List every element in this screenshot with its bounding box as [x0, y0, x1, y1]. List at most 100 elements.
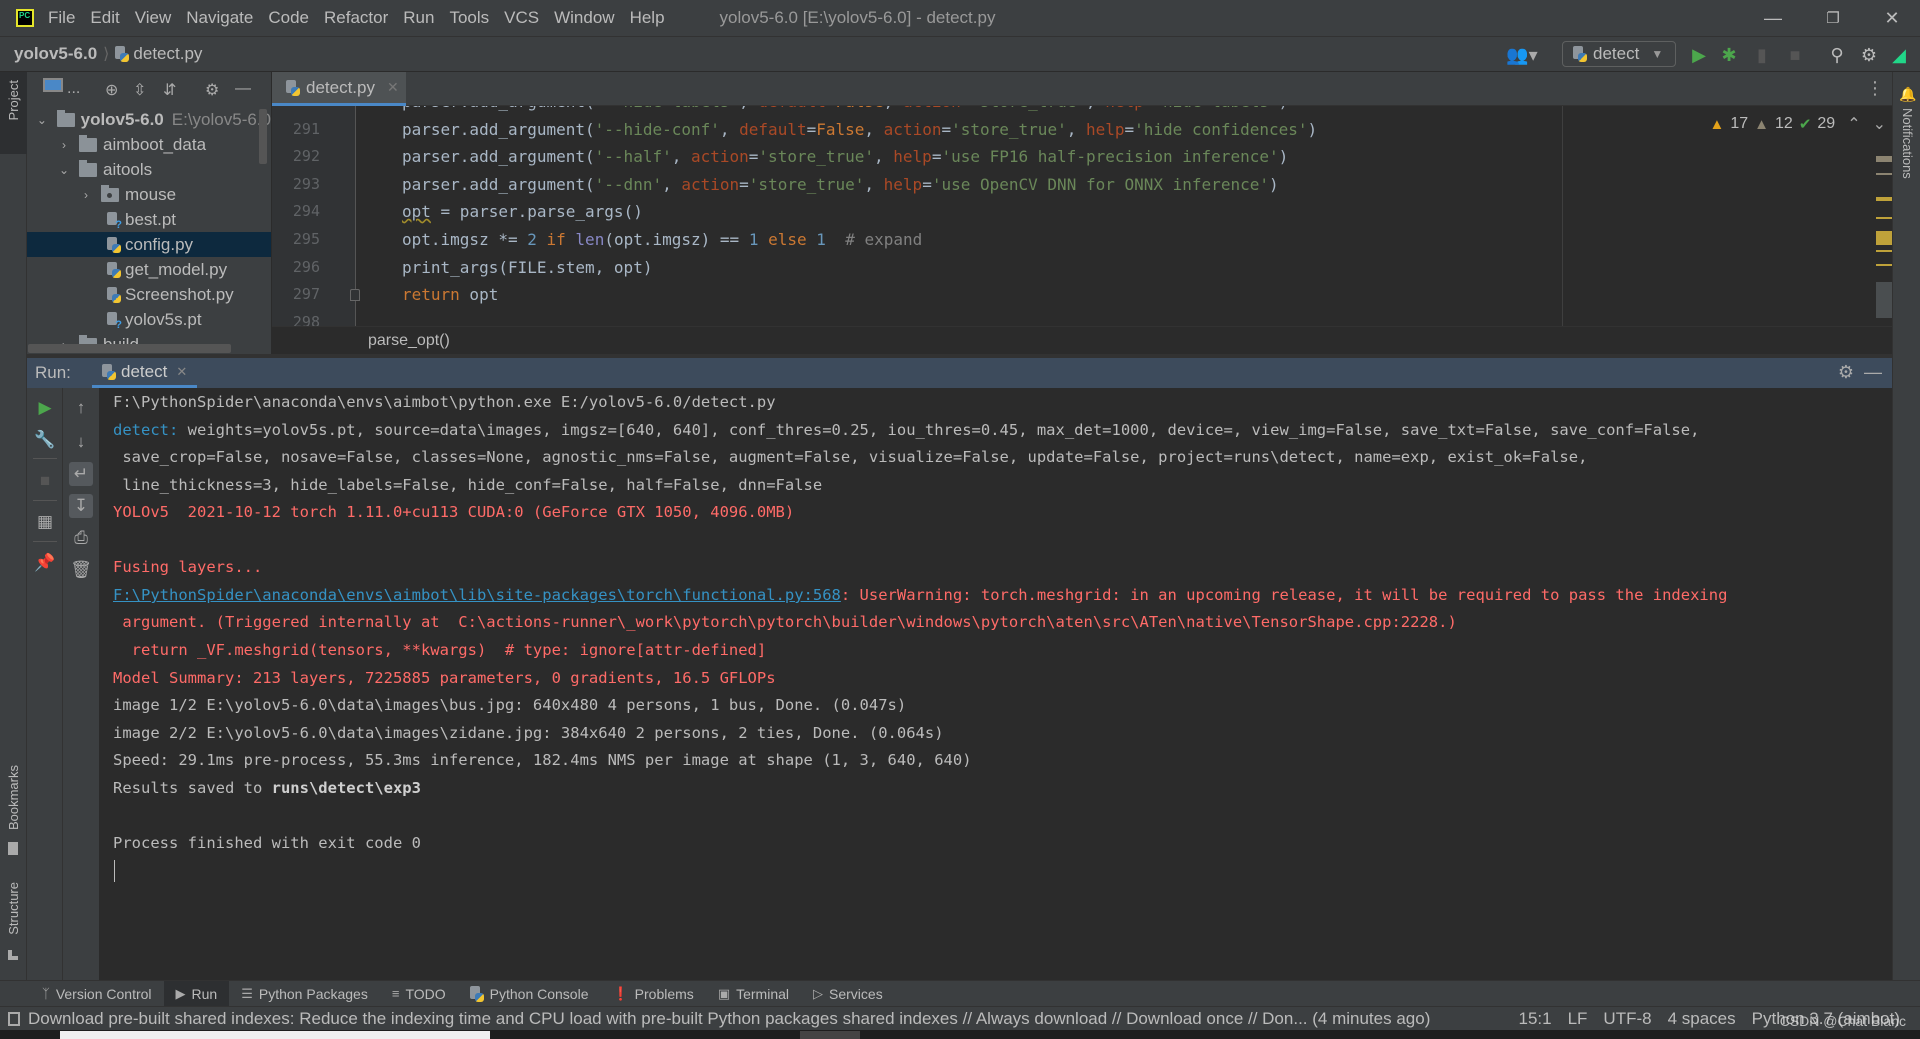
error-stripe-marker[interactable] — [1876, 197, 1892, 201]
editor-scrollbar-thumb[interactable] — [1876, 282, 1892, 318]
tree-item-aitools[interactable]: ⌄ aitools — [27, 157, 271, 182]
tool-tab-python-console[interactable]: Python Console — [458, 981, 601, 1007]
inspection-widget[interactable]: ▲ 17 ▲ 12 ✔ 29 ⌃ ⌄ — [1710, 114, 1887, 134]
code-editor[interactable]: 290 291 292 293 294 295 296 297 298 pars… — [272, 106, 1892, 326]
restore-button[interactable]: ❐ — [1805, 0, 1861, 36]
project-horizontal-scrollbar[interactable] — [28, 344, 231, 353]
menu-code[interactable]: Code — [268, 8, 309, 28]
previous-highlight-icon[interactable]: ⌃ — [1847, 114, 1860, 134]
settings-gear-icon[interactable]: ⚙ — [1858, 44, 1880, 66]
run-tab-detect[interactable]: detect ✕ — [92, 358, 198, 388]
project-settings-icon[interactable]: ⚙ — [205, 80, 219, 100]
down-arrow-icon[interactable]: ↓ — [69, 430, 93, 454]
indent-setting[interactable]: 4 spaces — [1668, 1009, 1736, 1029]
tree-item-config-py[interactable]: config.py — [27, 232, 271, 257]
close-tab-icon[interactable]: ✕ — [176, 364, 187, 380]
tool-tab-todo[interactable]: ≡ TODO — [380, 981, 458, 1007]
tool-tab-python-packages[interactable]: ☰ Python Packages — [229, 981, 380, 1007]
tree-item-get-model-py[interactable]: get_model.py — [27, 257, 271, 282]
run-settings-gear-icon[interactable]: ⚙ — [1838, 362, 1854, 383]
edit-configuration-wrench-icon[interactable]: 🔧 — [33, 428, 57, 452]
run-configuration-select[interactable]: detect ▼ — [1562, 41, 1676, 67]
console-file-link[interactable]: F:\PythonSpider\anaconda\envs\aimbot\lib… — [113, 586, 841, 604]
chevron-down-icon[interactable]: ⌄ — [57, 163, 71, 177]
tree-item-yolov5-6.0[interactable]: ⌄ yolov5-6.0 E:\yolov5-6.0 — [27, 107, 271, 132]
menu-tools[interactable]: Tools — [449, 8, 489, 28]
tool-tab-terminal[interactable]: ▣ Terminal — [706, 981, 801, 1007]
notification-bell-icon[interactable]: 🔔 — [1899, 86, 1916, 103]
run-button[interactable]: ▶ — [1688, 44, 1710, 66]
coverage-icon[interactable]: ▮ — [1751, 44, 1773, 66]
code-with-me-icon[interactable]: ◢ — [1888, 44, 1910, 66]
error-stripe-marker[interactable] — [1876, 156, 1892, 162]
menu-file[interactable]: File — [48, 8, 75, 28]
tool-tab-version-control[interactable]: ᛉ Version Control — [30, 981, 164, 1007]
hide-run-panel-icon[interactable]: — — [1864, 362, 1882, 383]
file-encoding[interactable]: UTF-8 — [1603, 1009, 1651, 1029]
tree-item-yolov5s-pt[interactable]: yolov5s.pt — [27, 307, 271, 332]
line-separator[interactable]: LF — [1568, 1009, 1588, 1029]
minimize-button[interactable]: — — [1745, 0, 1801, 36]
up-arrow-icon[interactable]: ↑ — [69, 396, 93, 420]
error-stripe-marker[interactable] — [1876, 250, 1892, 252]
project-tool-tab[interactable]: Project — [0, 72, 27, 154]
menu-view[interactable]: View — [135, 8, 172, 28]
error-stripe-marker[interactable] — [1876, 173, 1892, 175]
run-console-output[interactable]: F:\PythonSpider\anaconda\envs\aimbot\pyt… — [100, 388, 1892, 980]
chevron-down-icon[interactable]: ⌄ — [35, 113, 49, 127]
soft-wrap-icon[interactable]: ↵ — [69, 462, 93, 486]
menu-run[interactable]: Run — [403, 8, 434, 28]
chevron-right-icon[interactable]: › — [57, 138, 71, 152]
menu-vcs[interactable]: VCS — [504, 8, 539, 28]
menu-navigate[interactable]: Navigate — [186, 8, 253, 28]
taskbar-item[interactable] — [60, 1031, 490, 1039]
locate-file-icon[interactable]: ⊕ — [105, 80, 118, 100]
project-vertical-scrollbar[interactable] — [259, 109, 267, 164]
menu-refactor[interactable]: Refactor — [324, 8, 388, 28]
expand-all-icon[interactable]: ⇳ — [133, 80, 146, 100]
tree-item-best-pt[interactable]: best.pt — [27, 207, 271, 232]
event-log-icon[interactable] — [8, 1011, 20, 1026]
project-view-label[interactable]: ... — [67, 80, 80, 98]
rerun-icon[interactable]: ▶ — [33, 396, 57, 420]
stop-icon[interactable]: ■ — [33, 469, 57, 493]
search-icon[interactable]: ⚲ — [1826, 44, 1848, 66]
more-options-icon[interactable]: ⋮ — [1866, 78, 1884, 99]
clear-trash-icon[interactable]: 🗑 — [69, 558, 93, 582]
hide-panel-icon[interactable]: — — [235, 80, 251, 98]
chevron-right-icon[interactable]: › — [79, 188, 93, 202]
menu-window[interactable]: Window — [554, 8, 614, 28]
menu-help[interactable]: Help — [630, 8, 665, 28]
close-window-button[interactable]: ✕ — [1864, 0, 1920, 36]
close-tab-icon[interactable]: ✕ — [387, 79, 399, 96]
breadcrumb-file[interactable]: detect.py — [115, 44, 202, 64]
vcs-user-icon[interactable]: 👥▾ — [1505, 44, 1539, 66]
error-stripe-marker[interactable] — [1876, 231, 1892, 245]
fold-icon[interactable] — [350, 289, 360, 301]
layout-icon[interactable]: ▦ — [33, 510, 57, 534]
collapse-all-icon[interactable]: ⇵ — [163, 80, 176, 100]
error-stripe-marker[interactable] — [1876, 217, 1892, 219]
scroll-to-end-icon[interactable]: ↧ — [69, 494, 93, 518]
structure-tool-tab[interactable]: Structure — [6, 882, 21, 935]
breadcrumb-project[interactable]: yolov5-6.0 — [14, 44, 97, 64]
tab-detect-py[interactable]: detect.py ✕ — [272, 72, 406, 106]
next-highlight-icon[interactable]: ⌄ — [1873, 114, 1886, 134]
taskbar-item[interactable] — [800, 1031, 860, 1039]
tree-item-aimboot-data[interactable]: › aimboot_data — [27, 132, 271, 157]
tree-item-screenshot-py[interactable]: Screenshot.py — [27, 282, 271, 307]
caret-position[interactable]: 15:1 — [1518, 1009, 1551, 1029]
tool-tab-services[interactable]: ▷ Services — [801, 981, 895, 1007]
print-icon[interactable]: ⎙ — [69, 526, 93, 550]
tool-tab-run[interactable]: ▶ Run — [163, 980, 230, 1007]
project-view-icon[interactable] — [43, 78, 63, 92]
notifications-tool-tab[interactable]: Notifications — [1900, 108, 1915, 179]
stop-icon[interactable]: ■ — [1784, 44, 1806, 66]
error-stripe-marker[interactable] — [1876, 264, 1892, 266]
tree-item-mouse[interactable]: › mouse — [27, 182, 271, 207]
breadcrumb-function[interactable]: parse_opt() — [368, 332, 450, 350]
pin-tab-icon[interactable]: 📌 — [33, 551, 57, 575]
debug-bug-icon[interactable]: ✱ — [1718, 44, 1740, 66]
bookmarks-tool-tab[interactable]: Bookmarks — [6, 765, 21, 830]
tool-tab-problems[interactable]: ❗ Problems — [600, 981, 705, 1007]
